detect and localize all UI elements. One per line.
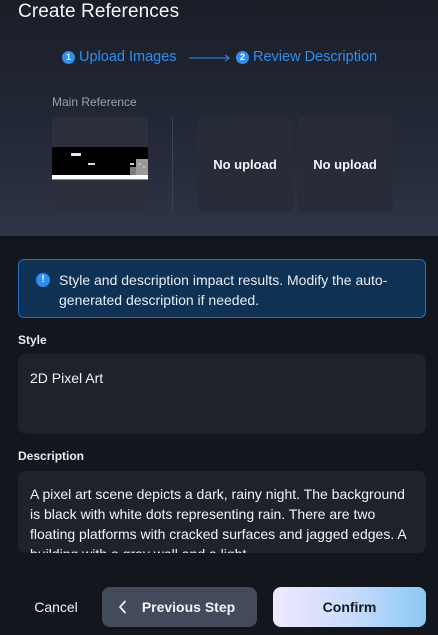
style-field-label: Style — [18, 333, 47, 347]
previous-step-button[interactable]: Previous Step — [102, 587, 257, 627]
step-review-description: 2 Review Description — [236, 49, 377, 65]
chevron-left-icon — [118, 600, 126, 614]
info-icon: ! — [36, 273, 50, 287]
additional-reference-slot-1[interactable]: No upload — [197, 117, 293, 212]
previous-step-label: Previous Step — [141, 599, 236, 615]
info-banner-text: Style and description impact results. Mo… — [59, 272, 388, 308]
arrow-right-icon — [189, 54, 230, 62]
style-input-value: 2D Pixel Art — [30, 370, 104, 386]
upload-slot-label: No upload — [313, 157, 377, 172]
step-number-badge: 1 — [62, 50, 75, 64]
step-label: Upload Images — [79, 49, 177, 65]
confirm-label: Confirm — [322, 599, 377, 615]
step-number-badge: 2 — [236, 50, 249, 64]
description-textarea-value: A pixel art scene depicts a dark, rainy … — [30, 486, 406, 553]
dialog-footer: Cancel Previous Step Confirm — [0, 572, 438, 635]
stepper: 1 Upload Images 2 Review Description — [0, 49, 438, 69]
confirm-button[interactable]: Confirm — [273, 587, 426, 627]
description-field-label: Description — [18, 449, 85, 463]
step-upload-images: 1 Upload Images — [62, 49, 177, 65]
dialog-title: Create References — [18, 1, 180, 22]
step-label: Review Description — [253, 49, 378, 65]
pixel-scene-image — [52, 117, 148, 212]
main-reference-thumbnail[interactable] — [52, 117, 148, 212]
main-reference-label: Main Reference — [52, 95, 137, 109]
info-banner: ! Style and description impact results. … — [18, 259, 426, 318]
cancel-button[interactable]: Cancel — [24, 590, 88, 624]
upload-slot-label: No upload — [213, 157, 277, 172]
additional-reference-slot-2[interactable]: No upload — [297, 117, 393, 212]
dialog-header-area: Create References 1 Upload Images 2 Revi… — [0, 0, 438, 236]
description-textarea[interactable]: A pixel art scene depicts a dark, rainy … — [18, 471, 426, 553]
reference-divider — [172, 117, 173, 212]
style-input[interactable]: 2D Pixel Art — [18, 354, 426, 434]
